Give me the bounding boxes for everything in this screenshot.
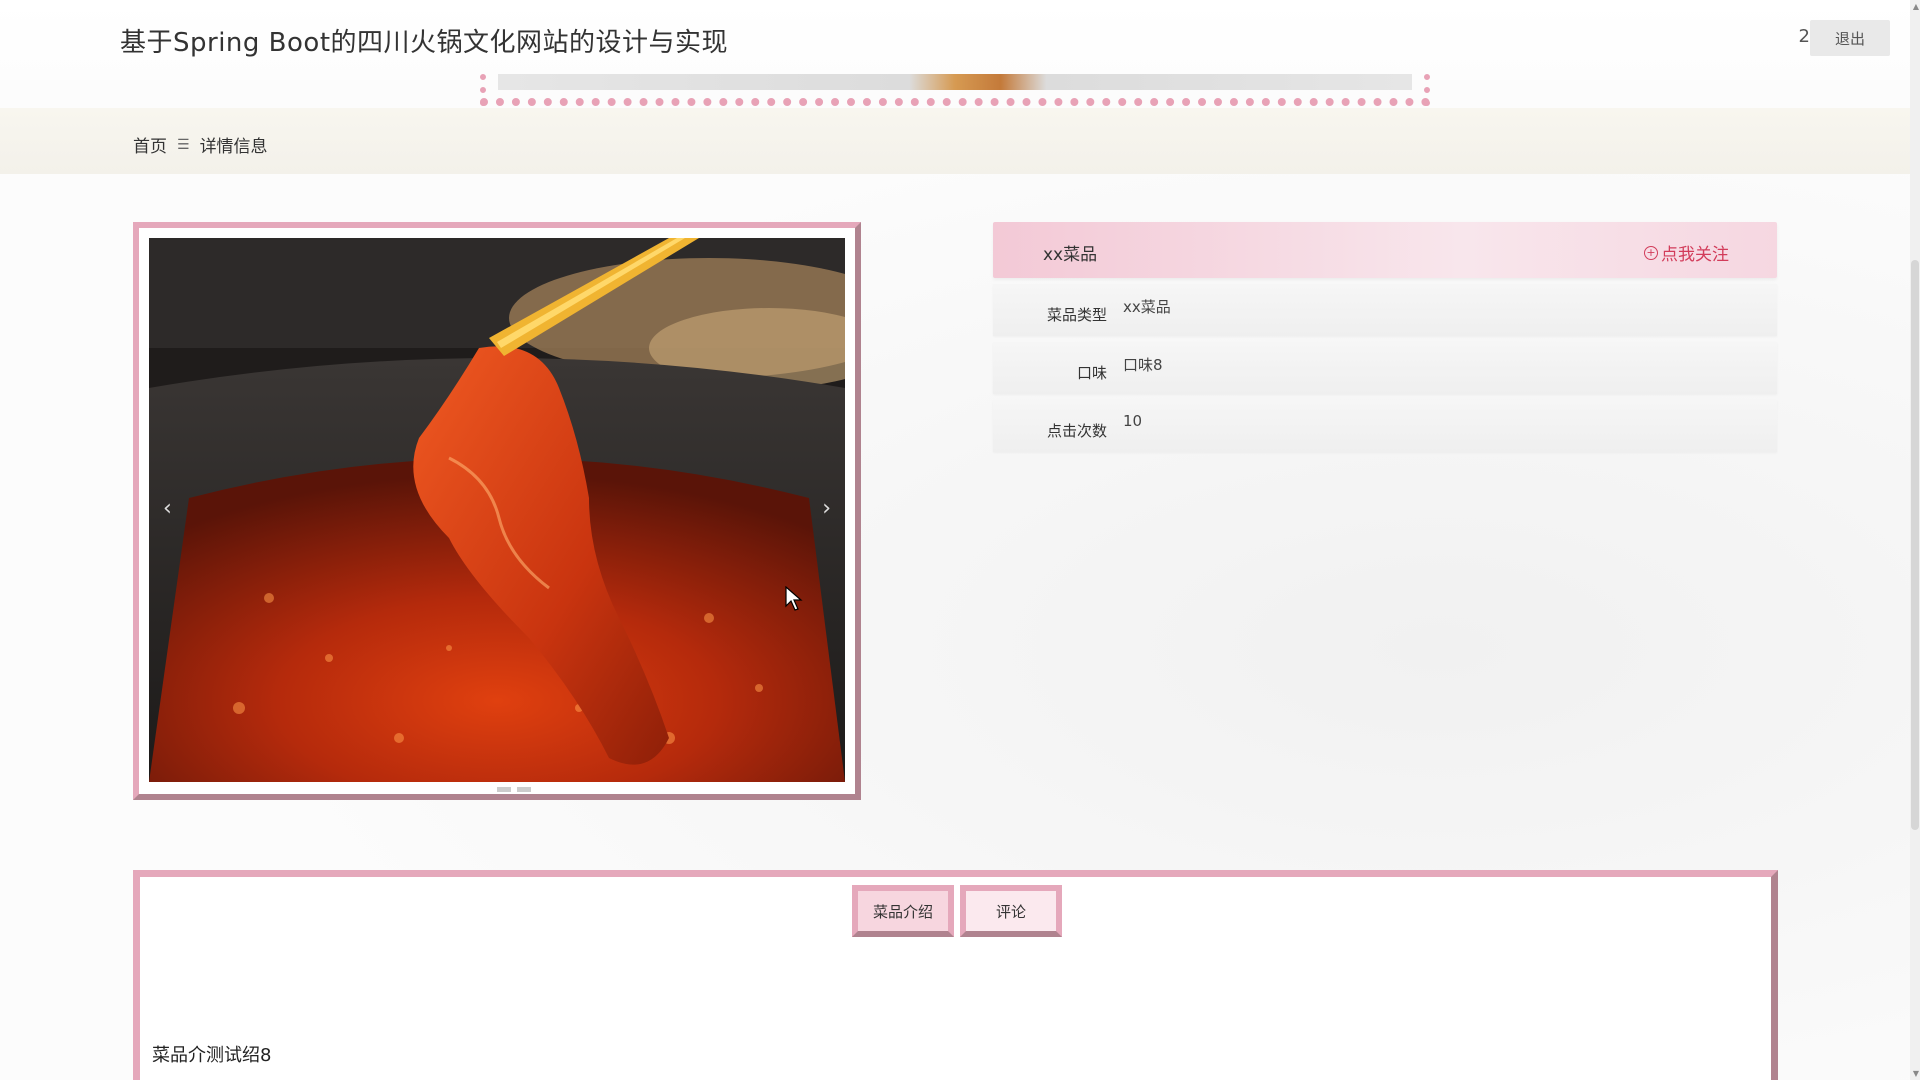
detail-row-clicks: 点击次数 10 [993, 400, 1777, 452]
user-count[interactable]: 2 [1799, 26, 1810, 47]
scrollbar[interactable]: ▲ ▼ [1910, 0, 1920, 1080]
row-label: 口味 [1076, 364, 1107, 382]
banner-strip [480, 74, 1430, 106]
site-title: 基于Spring Boot的四川火锅文化网站的设计与实现 [120, 28, 729, 58]
row-value: 口味8 [1123, 356, 1163, 374]
detail-row-type: 菜品类型 xx菜品 [993, 284, 1777, 336]
tab-strip: 菜品介绍 评论 [852, 885, 1062, 937]
scroll-up-icon[interactable]: ▲ [1913, 2, 1919, 11]
menu-icon: ☰ [177, 136, 190, 153]
breadcrumb-current: 详情信息 [199, 137, 268, 157]
detail-title-row: xx菜品 + 点我关注 [993, 222, 1777, 278]
dish-name: xx菜品 [1043, 245, 1098, 265]
tab-content-text: 菜品介测试绍8 [152, 1045, 272, 1066]
row-value: 10 [1123, 412, 1143, 430]
carousel-image[interactable]: ‹ › [149, 238, 845, 782]
detail-panel: xx菜品 + 点我关注 菜品类型 xx菜品 口味 口味8 点击次数 10 [993, 222, 1777, 452]
row-value: xx菜品 [1123, 298, 1171, 316]
hotpot-dish-photo [149, 238, 845, 782]
carousel-dot[interactable] [497, 787, 511, 792]
mouse-cursor-icon [785, 586, 803, 611]
carousel: ‹ › [133, 222, 861, 800]
tab-comments[interactable]: 评论 [960, 885, 1062, 937]
tab-dish-intro[interactable]: 菜品介绍 [852, 885, 954, 937]
breadcrumb-home[interactable]: 首页 [133, 132, 167, 157]
carousel-dots [469, 787, 531, 792]
page: 基于Spring Boot的四川火锅文化网站的设计与实现 2 退出 首页 ☰ 详… [0, 0, 1920, 1080]
scroll-down-icon[interactable]: ▼ [1913, 1069, 1919, 1078]
carousel-prev-icon[interactable]: ‹ [163, 496, 172, 521]
row-label: 点击次数 [1046, 422, 1107, 440]
breadcrumb: 首页 ☰ 详情信息 [133, 132, 268, 158]
scroll-thumb[interactable] [1911, 260, 1919, 830]
detail-row-flavor: 口味 口味8 [993, 342, 1777, 394]
banner-image [498, 74, 1412, 90]
follow-label: 点我关注 [1661, 245, 1729, 265]
row-label: 菜品类型 [1046, 306, 1107, 324]
carousel-next-icon[interactable]: › [822, 496, 831, 521]
carousel-dot[interactable] [517, 787, 531, 792]
tabs-container: 菜品介绍 评论 菜品介测试绍8 [133, 870, 1778, 1080]
logout-button[interactable]: 退出 [1810, 20, 1890, 56]
breadcrumb-bar: 首页 ☰ 详情信息 [0, 108, 1920, 174]
header: 基于Spring Boot的四川火锅文化网站的设计与实现 2 退出 [0, 0, 1920, 80]
plus-circle-icon: + [1644, 245, 1658, 260]
carousel-dot[interactable] [469, 787, 491, 792]
follow-button[interactable]: + 点我关注 [1644, 240, 1729, 265]
